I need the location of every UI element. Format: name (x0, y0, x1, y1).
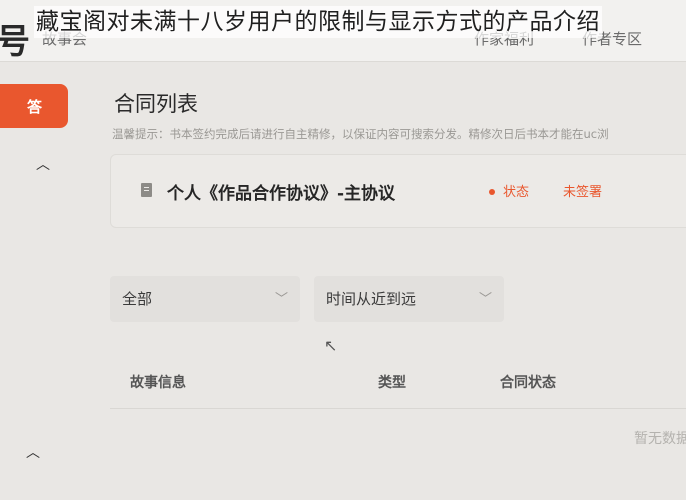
empty-state-text: 暂无数据 (634, 431, 686, 447)
sidebar: 答 ︿ ︿ (0, 62, 90, 500)
sort-select[interactable]: 时间从近到远 ﹀ (314, 276, 504, 322)
chevron-up-icon[interactable]: ︿ (26, 442, 40, 462)
contract-name: 个人《作品合作协议》-主协议 (167, 184, 396, 204)
status-label: 状态 (503, 185, 530, 200)
status-dot (489, 189, 495, 195)
contract-card[interactable]: 个人《作品合作协议》-主协议 状态 未签署 (110, 154, 686, 228)
chevron-up-icon[interactable]: ︿ (36, 154, 50, 174)
main-content: 合同列表 温馨提示：书本签约完成后请进行自主精修，以保证内容可搜索分发。精修次日… (90, 62, 686, 500)
sidebar-active-button[interactable]: 答 (0, 84, 68, 128)
table-divider (110, 408, 686, 409)
column-header-story-info: 故事信息 (130, 375, 186, 391)
sidebar-active-label: 答 (26, 97, 42, 116)
page-title: 合同列表 (114, 92, 198, 116)
chevron-down-icon: ﹀ (274, 292, 288, 307)
sort-select-value: 时间从近到远 (326, 290, 417, 308)
category-select[interactable]: 全部 ﹀ (110, 276, 300, 322)
chevron-down-icon: ﹀ (478, 292, 492, 307)
column-header-contract-status: 合同状态 (500, 375, 556, 391)
overlay-caption: 藏宝阁对未满十八岁用户的限制与显示方式的产品介绍 (34, 6, 602, 38)
column-header-type: 类型 (378, 375, 406, 391)
category-select-value: 全部 (122, 290, 153, 308)
mouse-pointer-icon: ↖ (324, 336, 338, 355)
tip-text: 温馨提示：书本签约完成后请进行自主精修，以保证内容可搜索分发。精修次日后书本才能… (112, 127, 609, 141)
app-logo[interactable]: 号 (0, 14, 30, 63)
status-value: 未签署 (563, 185, 603, 200)
document-icon (141, 183, 152, 197)
